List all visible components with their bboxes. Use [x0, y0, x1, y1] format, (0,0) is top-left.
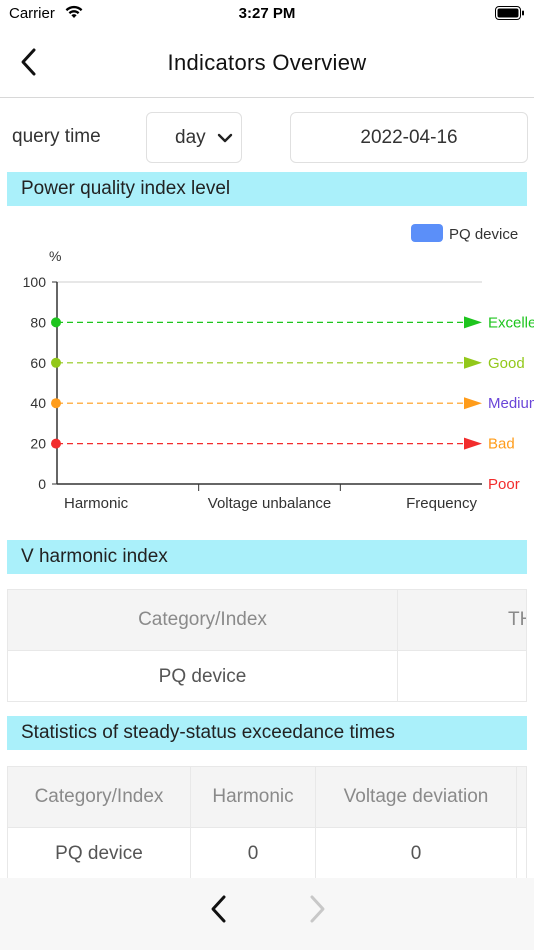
v-harmonic-table: Category/Index THD PQ device	[7, 589, 527, 702]
level-arrow	[464, 437, 482, 450]
query-row: query time day 2022-04-16	[0, 110, 534, 166]
y-tick-label: 100	[23, 274, 47, 290]
battery-icon	[495, 6, 524, 20]
page-title: Indicators Overview	[167, 50, 367, 75]
section-header-pq-level: Power quality index level	[7, 172, 527, 206]
x-tick-label: Frequency	[406, 495, 477, 512]
level-label: Good	[488, 355, 525, 372]
x-tick-label: Voltage unbalance	[208, 495, 331, 512]
legend-swatch	[411, 224, 443, 242]
x-tick-label: Harmonic	[64, 495, 129, 512]
chevron-left-icon	[211, 895, 226, 923]
table-cell: 0	[316, 828, 517, 878]
table-row: PQ device	[8, 651, 526, 701]
column-header: Harmonic	[191, 767, 316, 827]
chevron-right-icon	[310, 895, 325, 923]
level-label: Medium	[488, 395, 534, 412]
previous-button[interactable]	[204, 892, 234, 926]
pq-level-chart: PQ device% 0 20 40 60 80 100 Harmonic Voltage un…	[0, 212, 534, 532]
table-row: PQ device 0 0	[8, 828, 526, 878]
table-cell	[398, 651, 526, 701]
column-header: THD	[398, 590, 526, 650]
y-tick-label: 60	[30, 355, 46, 371]
table-header-row: Category/Index THD	[8, 590, 526, 651]
pq-level-chart-svg: PQ device% 0 20 40 60 80 100 Harmonic Voltage un…	[23, 224, 534, 512]
y-tick-label: 0	[38, 476, 46, 492]
status-bar: Carrier 3:27 PM	[0, 0, 534, 28]
level-arrow	[464, 397, 482, 410]
level-label: Excellent	[488, 314, 534, 331]
period-value: day	[175, 127, 206, 148]
y-tick-label: 20	[30, 436, 46, 452]
table-header-row: Category/Index Harmonic Voltage deviatio…	[8, 767, 526, 828]
section-header-steady-status: Statistics of steady-status exceedance t…	[7, 716, 527, 750]
period-dropdown[interactable]: day	[146, 112, 242, 163]
y-axis-unit-label: %	[49, 248, 61, 264]
y-tick-label: 80	[30, 314, 46, 330]
section-header-v-harmonic: V harmonic index	[7, 540, 527, 574]
date-field[interactable]: 2022-04-16	[290, 112, 528, 163]
steady-status-table: Category/Index Harmonic Voltage deviatio…	[7, 766, 527, 878]
level-point	[51, 317, 61, 328]
next-button[interactable]	[302, 892, 332, 926]
level-point	[51, 357, 61, 368]
chevron-down-icon	[217, 133, 233, 143]
level-arrow	[464, 316, 482, 329]
level-arrow	[464, 356, 482, 369]
column-header: Category/Index	[8, 590, 398, 650]
table-cell	[517, 828, 526, 878]
y-tick-label: 40	[30, 395, 46, 411]
table-cell: PQ device	[8, 651, 398, 701]
bottom-toolbar	[0, 878, 534, 950]
level-point	[51, 438, 61, 449]
column-header	[517, 767, 526, 827]
table-cell: 0	[191, 828, 316, 878]
navigation-bar: Indicators Overview	[0, 30, 534, 98]
clock: 3:27 PM	[238, 5, 296, 22]
query-time-label: query time	[12, 126, 101, 147]
level-label: Poor	[488, 476, 520, 493]
column-header: Category/Index	[8, 767, 191, 827]
column-header: Voltage deviation	[316, 767, 517, 827]
level-label: Bad	[488, 436, 515, 453]
legend-label: PQ device	[449, 226, 518, 243]
table-cell: PQ device	[8, 828, 191, 878]
level-point	[51, 398, 61, 409]
